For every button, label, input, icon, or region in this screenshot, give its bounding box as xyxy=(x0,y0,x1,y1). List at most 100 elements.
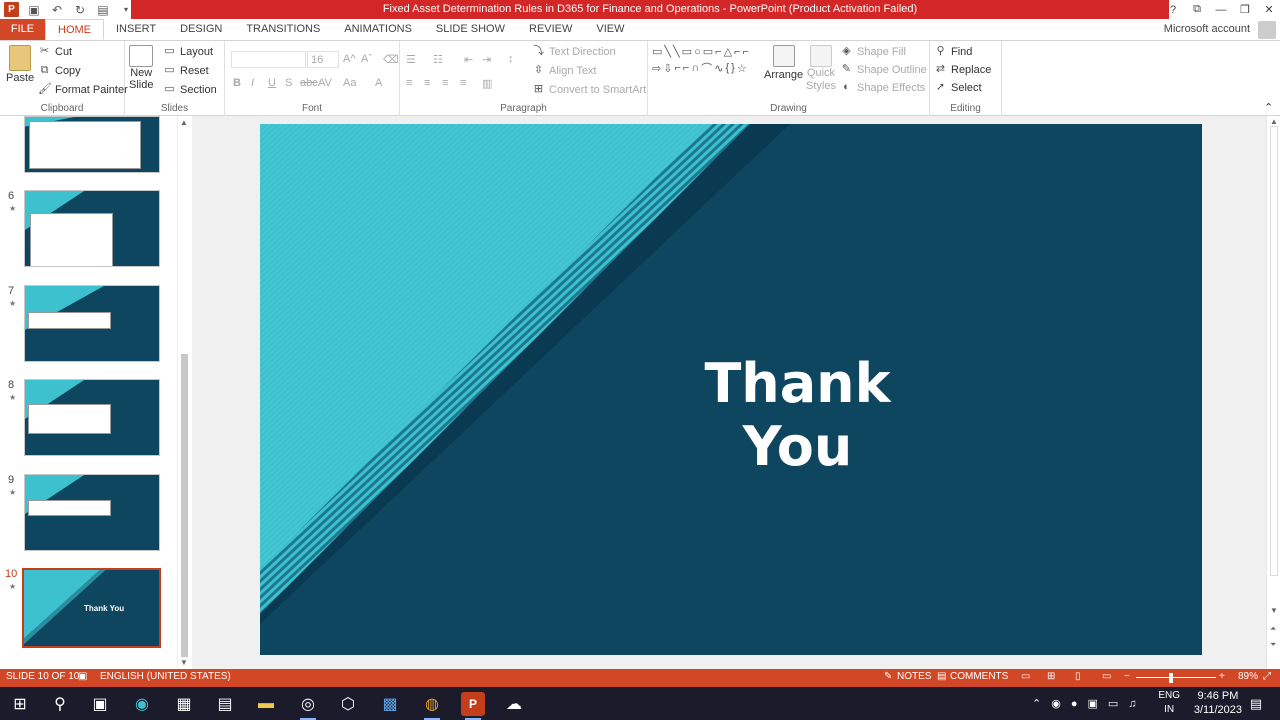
slide-thumbnail[interactable] xyxy=(24,190,160,267)
tab-home[interactable]: HOME xyxy=(45,19,104,40)
shrink-font-icon[interactable]: Aˇ xyxy=(361,53,372,65)
format-painter-button[interactable]: 🖌 Format Painter xyxy=(38,83,128,96)
layout-button[interactable]: ▭ Layout xyxy=(163,45,213,58)
line-spacing-icon[interactable]: ↕ xyxy=(508,53,514,65)
zoom-in-icon[interactable]: + xyxy=(1219,671,1225,682)
tab-slide-show[interactable]: SLIDE SHOW xyxy=(424,19,517,40)
paste-button[interactable]: Paste xyxy=(6,45,34,84)
shapes-gallery[interactable]: ▭ ╲ ╲ ▭ ○ ▭ ⌐ △ ⌐ ⌐ ⇨ ⇩ ⌐ ⌐ ∩ ⌒ ∿{} ☆ xyxy=(652,45,760,97)
new-slide-button[interactable]: New Slide xyxy=(129,45,153,91)
align-right-icon[interactable]: ≡ xyxy=(442,77,448,89)
search-icon[interactable]: ⚲ xyxy=(48,692,72,716)
previous-slide-icon[interactable]: ⏶ xyxy=(1270,624,1276,634)
input-language[interactable]: ENG IN xyxy=(1158,689,1180,717)
slide-thumbnail-selected[interactable]: Thank You xyxy=(22,568,161,648)
tab-design[interactable]: DESIGN xyxy=(168,19,234,40)
center-icon[interactable]: ≡ xyxy=(424,77,430,89)
scroll-down-icon[interactable]: ▼ xyxy=(1270,606,1278,615)
columns-icon[interactable]: ▥ xyxy=(482,77,492,90)
thumbnail-scrollbar[interactable]: ▲ ▼ xyxy=(177,116,190,669)
restore-icon[interactable]: ❐ xyxy=(1238,3,1252,16)
shadow-icon[interactable]: S xyxy=(285,77,292,89)
reading-view-icon[interactable]: ▯ xyxy=(1075,671,1081,682)
replace-button[interactable]: ⇄ Replace xyxy=(934,63,991,76)
spellcheck-icon[interactable]: ▣ xyxy=(78,671,87,682)
italic-icon[interactable]: I xyxy=(251,77,254,89)
slide-thumbnail[interactable] xyxy=(24,285,160,362)
copy-button[interactable]: ⧉ Copy xyxy=(38,64,81,77)
shape-fill-button[interactable]: ◈ Shape Fill xyxy=(840,45,906,58)
help-icon[interactable]: ? xyxy=(1166,4,1180,16)
comments-button[interactable]: COMMENTS xyxy=(950,671,1008,682)
language-indicator[interactable]: ENGLISH (UNITED STATES) xyxy=(100,671,231,682)
fit-to-window-icon[interactable]: ⤢ xyxy=(1263,671,1271,682)
scroll-up-icon[interactable]: ▲ xyxy=(180,118,188,127)
current-slide[interactable]: Thank You xyxy=(260,124,1202,655)
save-icon[interactable]: ▣ xyxy=(26,2,42,18)
slide-sorter-icon[interactable]: ⊞ xyxy=(1047,671,1055,682)
font-color-icon[interactable]: A xyxy=(375,77,382,89)
clear-formatting-icon[interactable]: ⌫ xyxy=(383,53,399,66)
slide-thumbnail[interactable] xyxy=(24,474,160,551)
select-button[interactable]: ➚ Select xyxy=(934,81,982,94)
scroll-up-icon[interactable]: ▲ xyxy=(1270,117,1278,126)
store-icon[interactable]: ▦ xyxy=(172,692,196,716)
battery-icon[interactable]: ▭ xyxy=(1108,697,1118,710)
justify-icon[interactable]: ≡ xyxy=(460,77,466,89)
scrollbar-thumb[interactable] xyxy=(181,354,188,657)
slide-show-icon[interactable]: ▭ xyxy=(1102,671,1111,682)
shape-outline-button[interactable]: ✎ Shape Outline xyxy=(840,63,927,76)
numbering-icon[interactable]: ☷ xyxy=(433,53,443,66)
windows-app-icon[interactable]: ▩ xyxy=(378,692,402,716)
notes-button[interactable]: NOTES xyxy=(897,671,931,682)
tab-review[interactable]: REVIEW xyxy=(517,19,584,40)
meet-now-icon[interactable]: ▣ xyxy=(1087,697,1097,710)
align-text-button[interactable]: ⇳ Align Text xyxy=(532,64,597,77)
start-from-beginning-icon[interactable]: ▤ xyxy=(95,2,111,18)
tab-view[interactable]: VIEW xyxy=(584,19,636,40)
microphone-icon[interactable]: ● xyxy=(1071,698,1078,710)
quick-styles-button[interactable]: Quick Styles xyxy=(806,45,836,93)
underline-icon[interactable]: U xyxy=(268,77,276,89)
change-case-icon[interactable]: Aa xyxy=(343,77,356,89)
comments-icon[interactable]: ▤ xyxy=(937,671,946,682)
bullets-icon[interactable]: ☰ xyxy=(406,53,416,66)
tab-file[interactable]: FILE xyxy=(0,19,45,40)
powerpoint-logo-icon[interactable]: P xyxy=(4,2,19,17)
show-hidden-icons-icon[interactable]: ⌃ xyxy=(1032,697,1041,710)
align-left-icon[interactable]: ≡ xyxy=(406,77,412,89)
ribbon-display-options-icon[interactable]: ⧉ xyxy=(1190,3,1204,16)
text-direction-button[interactable]: ⤵ Text Direction xyxy=(532,45,616,58)
slide-thumbnail[interactable] xyxy=(24,379,160,456)
screen-recorder-icon[interactable]: ◎ xyxy=(296,692,320,720)
cut-button[interactable]: ✂ Cut xyxy=(38,45,72,58)
slide-thumbnail[interactable] xyxy=(24,116,160,173)
character-spacing-icon[interactable]: AV xyxy=(318,77,332,89)
decrease-indent-icon[interactable]: ⇤ xyxy=(464,53,473,66)
scroll-down-icon[interactable]: ▼ xyxy=(180,658,188,667)
next-slide-icon[interactable]: ⏷ xyxy=(1270,640,1276,650)
editor-scrollbar[interactable]: ▲ ▼ ⏶ ⏷ xyxy=(1266,116,1280,669)
camera-icon[interactable]: ◉ xyxy=(1051,697,1061,710)
strikethrough-icon[interactable]: abc xyxy=(300,77,318,89)
zoom-slider[interactable] xyxy=(1136,677,1216,678)
tab-transitions[interactable]: TRANSITIONS xyxy=(234,19,332,40)
find-button[interactable]: ⚲ Find xyxy=(934,45,972,58)
tab-animations[interactable]: ANIMATIONS xyxy=(332,19,424,40)
powerpoint-taskbar-icon[interactable]: P xyxy=(461,692,485,720)
tab-insert[interactable]: INSERT xyxy=(104,19,168,40)
convert-smartart-button[interactable]: ⊞ Convert to SmartArt xyxy=(532,83,646,96)
bold-icon[interactable]: B xyxy=(233,77,241,89)
chrome-icon[interactable]: ◍ xyxy=(420,692,444,720)
file-explorer-icon[interactable]: ▬ xyxy=(254,692,278,716)
font-name-box[interactable] xyxy=(231,51,306,68)
scrollbar-thumb[interactable] xyxy=(1270,126,1278,576)
visual-studio-icon[interactable]: ⬡ xyxy=(336,692,360,716)
account-name[interactable]: Microsoft account xyxy=(1164,19,1250,40)
notifications-icon[interactable]: ▤ xyxy=(1244,692,1268,716)
clock[interactable]: 9:46 PM 3/11/2023 xyxy=(1194,689,1242,717)
shape-effects-button[interactable]: ◐ Shape Effects xyxy=(840,81,925,94)
redo-icon[interactable]: ↻ xyxy=(72,2,88,18)
grow-font-icon[interactable]: A^ xyxy=(343,53,356,65)
increase-indent-icon[interactable]: ⇥ xyxy=(482,53,491,66)
